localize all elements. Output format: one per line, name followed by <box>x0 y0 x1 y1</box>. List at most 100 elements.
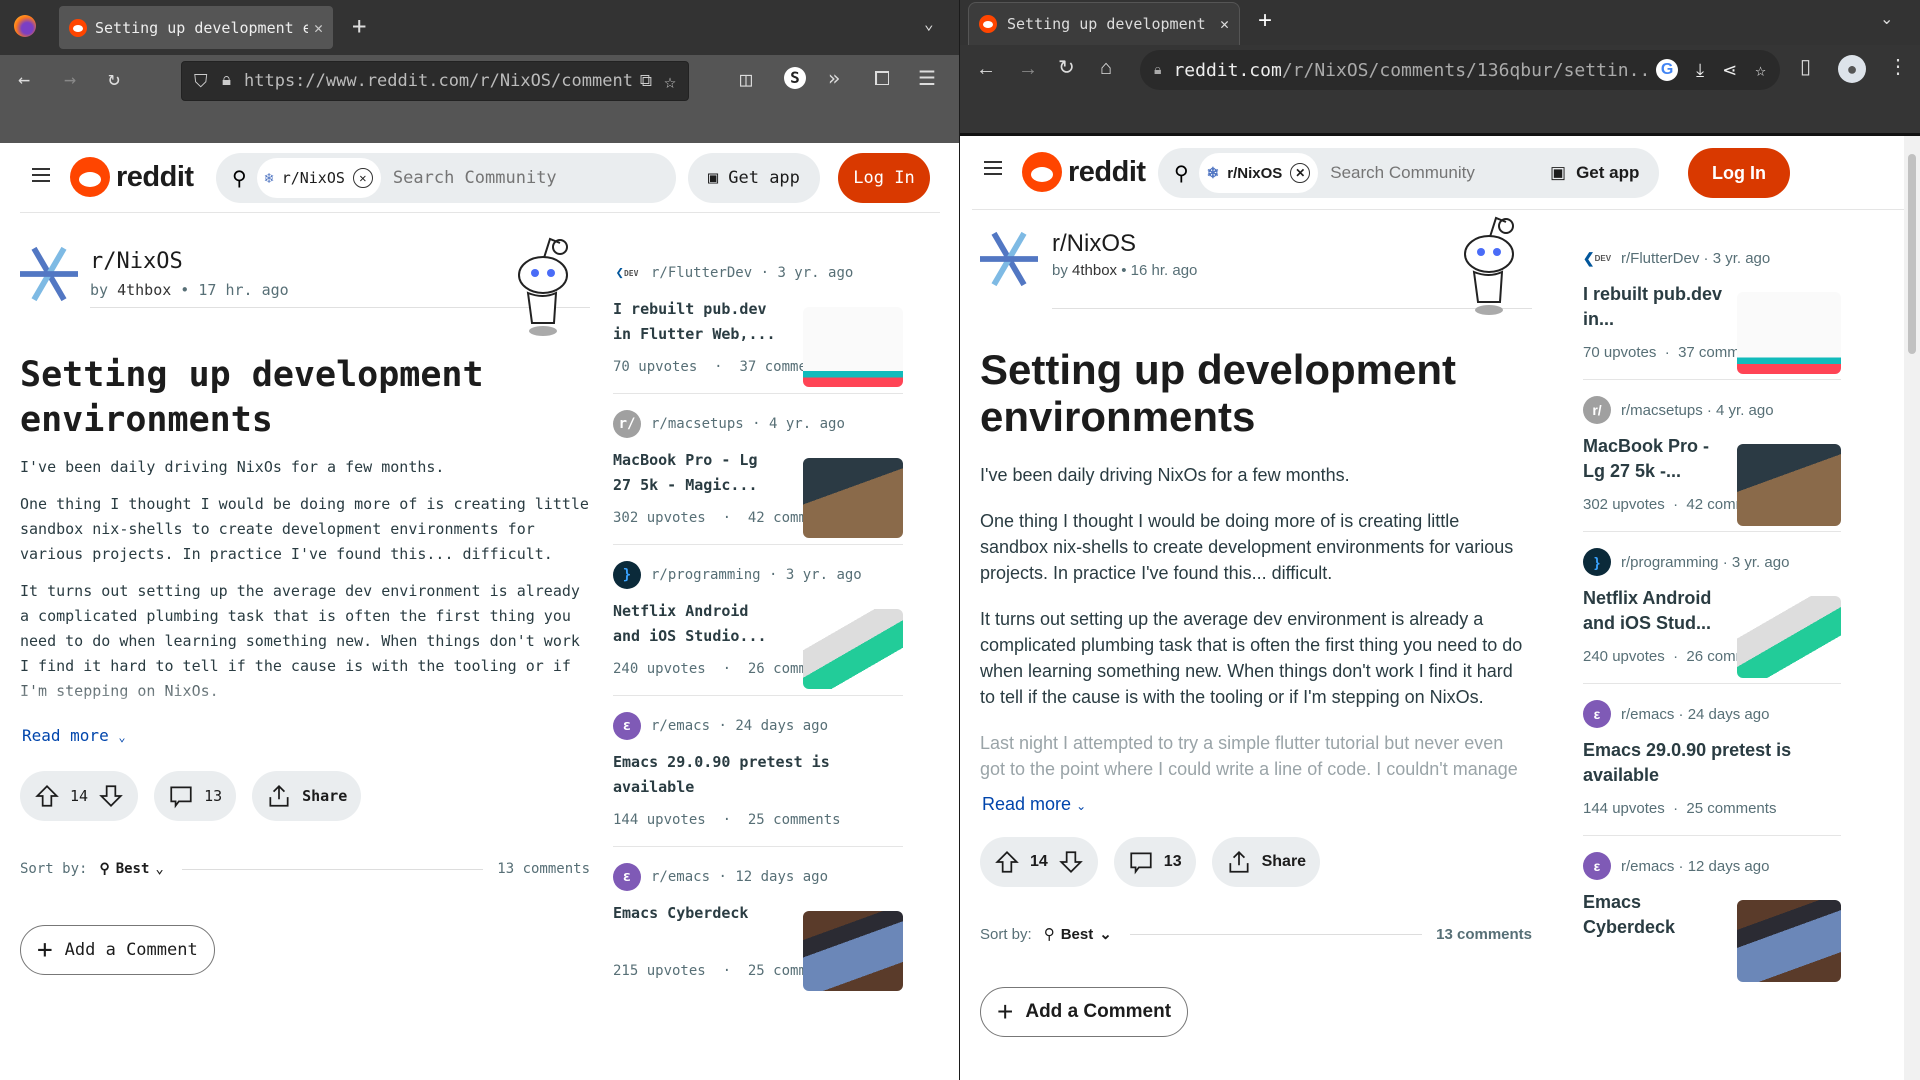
related-post-subreddit[interactable]: r/macsetups <box>651 416 744 432</box>
remove-chip-icon[interactable]: ✕ <box>352 168 373 188</box>
url-text[interactable]: https://www.reddit.com/r/NixOS/comments/… <box>244 71 632 91</box>
related-post-subreddit[interactable]: r/FlutterDev <box>1621 250 1699 267</box>
browser-tab-active[interactable]: Setting up development environments ✕ <box>968 2 1240 45</box>
bookmark-star-icon[interactable]: ☆ <box>1755 60 1766 81</box>
subreddit-chip[interactable]: ❄ r/NixOS ✕ <box>1198 153 1319 193</box>
kebab-menu-icon[interactable]: ⋮ <box>1888 57 1908 77</box>
extension-s-icon[interactable]: S <box>784 67 806 89</box>
related-post-thumbnail[interactable] <box>803 911 903 991</box>
related-post-thumbnail[interactable] <box>1737 900 1841 982</box>
back-icon[interactable]: ← <box>976 59 996 79</box>
related-post-title[interactable]: MacBook Pro - Lg 27 5k -... <box>1583 434 1723 484</box>
add-comment-button[interactable]: + Add a Comment <box>20 925 215 975</box>
related-post-thumbnail[interactable] <box>803 307 903 387</box>
related-post-item[interactable]: ε r/emacs · 12 days ago Emacs Cyberdeck <box>1583 836 1841 982</box>
reload-icon[interactable]: ↻ <box>1058 58 1075 78</box>
browser-tab-active[interactable]: Setting up development environments ✕ <box>59 6 333 49</box>
upvote-icon[interactable] <box>994 849 1020 875</box>
related-post-title[interactable]: I rebuilt pub.dev in Flutter Web,... <box>613 297 778 347</box>
downvote-icon[interactable] <box>98 783 124 809</box>
log-in-button[interactable]: Log In <box>1688 148 1790 198</box>
related-post-item[interactable]: ε r/emacs · 24 days ago Emacs 29.0.90 pre… <box>613 696 903 847</box>
related-post-title[interactable]: Emacs 29.0.90 pretest is available <box>613 750 903 800</box>
related-post-title[interactable]: Emacs 29.0.90 pretest is available <box>1583 738 1841 788</box>
downvote-icon[interactable] <box>1058 849 1084 875</box>
chevron-down-icon[interactable]: ⌄ <box>924 16 934 32</box>
url-text[interactable]: reddit.com/r/NixOS/comments/136qbur/sett… <box>1173 60 1646 81</box>
related-post-item[interactable]: ε r/emacs · 12 days ago Emacs Cyberdeck 2… <box>613 847 903 997</box>
hamburger-menu-icon[interactable] <box>32 168 50 182</box>
related-post-thumbnail[interactable] <box>803 458 903 538</box>
related-post-item[interactable]: ❮ DEV r/FlutterDev · 3 yr. ago I rebuilt p… <box>1583 228 1841 380</box>
sort-dropdown[interactable]: ⚲ Best ⌄ <box>99 861 163 877</box>
google-lens-icon[interactable]: G <box>1656 59 1679 81</box>
scrollbar-thumb[interactable] <box>1908 154 1916 354</box>
menu-icon[interactable]: ☰ <box>918 68 936 88</box>
related-post-item[interactable]: } r/programming · 3 yr. ago Netflix Andro… <box>1583 532 1841 684</box>
share-icon[interactable]: ⋖ <box>1722 60 1737 81</box>
extensions-puzzle-icon[interactable]: ⧠ <box>874 68 890 88</box>
overflow-chevrons-icon[interactable]: » <box>828 68 840 88</box>
related-post-subreddit[interactable]: r/emacs <box>1621 858 1674 875</box>
get-app-button[interactable]: ▣ Get app <box>1530 148 1660 198</box>
lock-icon[interactable]: 🔒︎ <box>222 70 231 90</box>
related-post-subreddit[interactable]: r/emacs <box>1621 706 1674 723</box>
related-post-subreddit[interactable]: r/programming <box>1621 554 1719 571</box>
related-post-thumbnail[interactable] <box>803 609 903 689</box>
author-link[interactable]: 4thbox <box>1072 262 1117 279</box>
comments-button[interactable]: 13 <box>1113 837 1196 887</box>
related-post-title[interactable]: I rebuilt pub.dev in... <box>1583 282 1723 332</box>
related-post-item[interactable]: ε r/emacs · 24 days ago Emacs 29.0.90 pre… <box>1583 684 1841 836</box>
home-icon[interactable]: ⌂ <box>1100 58 1112 78</box>
read-more-link[interactable]: Read more ⌄ <box>982 794 1086 815</box>
hamburger-menu-icon[interactable] <box>984 161 1002 175</box>
side-panel-icon[interactable]: ▯ <box>1800 57 1811 77</box>
translate-icon[interactable]: ⧉ <box>640 71 652 91</box>
forward-icon[interactable]: → <box>1018 59 1038 79</box>
subreddit-name[interactable]: r/NixOS <box>1052 230 1136 258</box>
tab-search-chevron-icon[interactable]: ⌄ <box>1880 12 1893 28</box>
related-post-subreddit[interactable]: r/emacs <box>651 718 710 734</box>
related-post-thumbnail[interactable] <box>1737 292 1841 374</box>
search-bar[interactable]: ⚲ ❄ r/NixOS ✕ <box>216 153 676 203</box>
remove-chip-icon[interactable]: ✕ <box>1290 163 1311 183</box>
related-post-subreddit[interactable]: r/programming <box>651 567 761 583</box>
related-post-title[interactable]: Emacs Cyberdeck <box>1583 890 1723 940</box>
install-app-icon[interactable]: ⤓ <box>1696 60 1704 81</box>
related-post-thumbnail[interactable] <box>1737 596 1841 678</box>
back-icon[interactable]: ← <box>18 69 30 89</box>
related-post-subreddit[interactable]: r/macsetups <box>1621 402 1703 419</box>
omnibox[interactable]: 🔒︎ reddit.com/r/NixOS/comments/136qbur/s… <box>1140 50 1780 90</box>
subreddit-name[interactable]: r/NixOS <box>90 249 183 274</box>
pocket-icon[interactable]: ◫ <box>740 69 752 89</box>
reddit-logo[interactable]: reddit <box>70 157 194 197</box>
related-post-item[interactable]: r/r/macsetups · 4 yr. ago MacBook Pro - … <box>613 394 903 545</box>
firefox-logo-icon[interactable] <box>14 15 36 37</box>
related-post-subreddit[interactable]: r/FlutterDev <box>651 265 752 281</box>
comments-button[interactable]: 13 <box>154 771 237 821</box>
related-post-title[interactable]: Netflix Android and iOS Stud... <box>1583 586 1723 636</box>
subreddit-chip[interactable]: ❄ r/NixOS ✕ <box>256 158 381 198</box>
related-post-item[interactable]: ❮ DEV r/FlutterDev · 3 yr. ago I rebuilt p… <box>613 243 903 394</box>
log-in-button[interactable]: Log In <box>838 153 930 203</box>
share-button[interactable]: Share <box>252 771 362 821</box>
profile-avatar-icon[interactable]: ● <box>1838 55 1866 83</box>
sort-dropdown[interactable]: ⚲ Best ⌄ <box>1044 925 1112 944</box>
author-link[interactable]: 4thbox <box>117 281 171 299</box>
nixos-logo-icon[interactable] <box>980 230 1038 288</box>
read-more-link[interactable]: Read more ⌄ <box>22 726 126 745</box>
new-tab-icon[interactable]: + <box>1258 9 1272 33</box>
share-button[interactable]: Share <box>1211 837 1321 887</box>
reload-icon[interactable]: ↻ <box>108 68 120 88</box>
related-post-title[interactable]: Emacs Cyberdeck <box>613 901 778 951</box>
address-bar[interactable]: ⛉ 🔒︎ https://www.reddit.com/r/NixOS/comm… <box>181 61 689 101</box>
get-app-button[interactable]: ▣ Get app <box>688 153 820 203</box>
new-tab-icon[interactable]: + <box>352 14 366 38</box>
add-comment-button[interactable]: + Add a Comment <box>980 987 1189 1037</box>
reddit-logo[interactable]: reddit <box>1022 152 1146 192</box>
forward-icon[interactable]: → <box>64 69 76 89</box>
related-post-title[interactable]: Netflix Android and iOS Studio... <box>613 599 778 649</box>
lock-icon[interactable]: 🔒︎ <box>1154 62 1161 78</box>
related-post-thumbnail[interactable] <box>1737 444 1841 526</box>
bookmark-star-icon[interactable]: ☆ <box>664 69 676 93</box>
